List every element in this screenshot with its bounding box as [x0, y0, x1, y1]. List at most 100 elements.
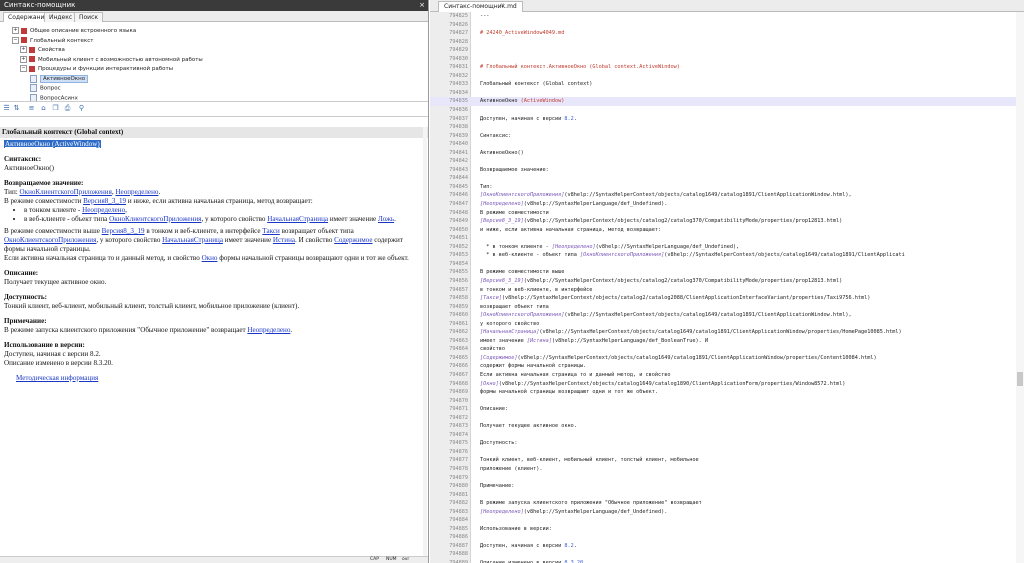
- code-line[interactable]: 794871 Описание:: [430, 405, 1020, 414]
- code-line[interactable]: 794863 имеет значение [Истина](v8help://S…: [430, 337, 1020, 346]
- copy-icon[interactable]: ❐: [52, 105, 59, 112]
- code-line[interactable]: 794844: [430, 174, 1020, 183]
- list-view-icon[interactable]: ≡: [28, 105, 35, 112]
- code-line[interactable]: 794857 в тонком и веб-клиенте, в интерфей…: [430, 286, 1020, 295]
- tree-item[interactable]: Вопрос: [30, 84, 61, 93]
- link-home-page[interactable]: НачальнаяСтраница: [267, 215, 328, 223]
- code-line[interactable]: 794855 В режиме совместимости выше: [430, 268, 1020, 277]
- code-area[interactable]: 794825 --- 794826 794827 # 24240_ActiveWindo…: [430, 12, 1020, 563]
- tree-item[interactable]: АктивноеОкно: [30, 74, 89, 84]
- tree-item[interactable]: + Мобильный клиент с возможностью автоном…: [20, 55, 203, 65]
- code-line[interactable]: 794864 свойство: [430, 345, 1020, 354]
- code-line[interactable]: 794856 [Версия8_3_19](v8help://SyntaxHelp…: [430, 277, 1020, 286]
- code-line[interactable]: 794858 [Такси](v8help://SyntaxHelperConte…: [430, 294, 1020, 303]
- code-line[interactable]: 794828: [430, 38, 1020, 47]
- link-undefined[interactable]: Неопределено: [115, 188, 158, 196]
- tab-index[interactable]: Индекс: [44, 12, 78, 22]
- link-content[interactable]: Содержимое: [334, 236, 372, 244]
- code-line[interactable]: 794830: [430, 55, 1020, 64]
- code-line[interactable]: 794840: [430, 140, 1020, 149]
- link-client-app-window[interactable]: ОкноКлиентскогоПриложения: [20, 188, 112, 196]
- close-icon[interactable]: ×: [500, 0, 505, 11]
- doc-scrollbar[interactable]: [423, 127, 427, 557]
- code-line[interactable]: 794834: [430, 89, 1020, 98]
- code-line[interactable]: 794832: [430, 72, 1020, 81]
- code-line[interactable]: 794845 Тип:: [430, 183, 1020, 192]
- code-line[interactable]: 794853 * в веб-клиенте - объект типа [Ок…: [430, 251, 1020, 260]
- code-line[interactable]: 794859 возвращает объект типа: [430, 303, 1020, 312]
- code-line[interactable]: 794846 [ОкноКлиентскогоПриложения](v8help…: [430, 191, 1020, 200]
- code-line[interactable]: 794870: [430, 397, 1020, 406]
- link-false[interactable]: Ложь: [378, 215, 394, 223]
- tree-item[interactable]: + Свойства: [20, 46, 65, 55]
- code-line[interactable]: 794825 ---: [430, 12, 1020, 21]
- code-line[interactable]: 794887 Доступен, начиная с версии 8.2.: [430, 542, 1020, 551]
- code-line[interactable]: 794833 Глобальный контекст (Global contex…: [430, 80, 1020, 89]
- link-version[interactable]: Версия8_3_19: [83, 197, 126, 205]
- code-line[interactable]: 794835 АктивноеОкно (ActiveWindow): [430, 97, 1020, 107]
- code-line[interactable]: 794838: [430, 123, 1020, 132]
- link-undefined[interactable]: Неопределено: [247, 326, 290, 334]
- code-line[interactable]: 794868 [Окно](v8help://SyntaxHelperContex…: [430, 380, 1020, 389]
- code-line[interactable]: 794837 Доступен, начиная с версии 8.2.: [430, 115, 1020, 124]
- link-version[interactable]: Версия8_3_19: [102, 227, 145, 235]
- code-line[interactable]: 794829: [430, 46, 1020, 55]
- collapse-icon[interactable]: −: [12, 36, 19, 44]
- code-line[interactable]: 794867 Если активна начальная страница то…: [430, 371, 1020, 380]
- code-line[interactable]: 794843 Возвращаемое значение:: [430, 166, 1020, 175]
- link-client-app-window[interactable]: ОкноКлиентскогоПриложения: [4, 236, 96, 244]
- code-line[interactable]: 794882 В режиме запуска клиентского прило…: [430, 499, 1020, 508]
- code-line[interactable]: 794874: [430, 431, 1020, 440]
- code-line[interactable]: 794886: [430, 533, 1020, 542]
- method-info-link[interactable]: Методическая информация: [16, 374, 98, 382]
- code-line[interactable]: 794826: [430, 21, 1020, 30]
- editor-tab[interactable]: Синтакс-помощник.md: [438, 1, 523, 12]
- link-taxi[interactable]: Такси: [262, 227, 280, 235]
- code-line[interactable]: 794866 содержит формы начальной страницы.: [430, 362, 1020, 371]
- home-icon[interactable]: ⌂: [40, 105, 47, 112]
- tree-item[interactable]: + Общее описание встроенного языка: [12, 27, 136, 36]
- code-line[interactable]: 794851: [430, 234, 1020, 243]
- link-window[interactable]: Окно: [202, 254, 218, 262]
- code-line[interactable]: 794875 Доступность:: [430, 439, 1020, 448]
- code-line[interactable]: 794873 Получает текущее активное окно.: [430, 422, 1020, 431]
- expand-icon[interactable]: +: [20, 55, 27, 63]
- tab-search[interactable]: Поиск: [74, 12, 104, 22]
- code-line[interactable]: 794884: [430, 516, 1020, 525]
- code-line[interactable]: 794860 [ОкноКлиентскогоПриложения](v8help…: [430, 311, 1020, 320]
- code-line[interactable]: 794879: [430, 474, 1020, 483]
- code-line[interactable]: 794839 Синтаксис:: [430, 132, 1020, 141]
- scrollbar-thumb[interactable]: [1017, 372, 1023, 386]
- list-icon[interactable]: ☰: [3, 105, 10, 112]
- code-line[interactable]: 794847 [Неопределено](v8help://SyntaxHelp…: [430, 200, 1020, 209]
- code-line[interactable]: 794836: [430, 106, 1020, 115]
- code-line[interactable]: 794841 АктивноеОкно(): [430, 149, 1020, 158]
- code-line[interactable]: 794862 [НачальнаяСтраница](v8help://Synta…: [430, 328, 1020, 337]
- code-line[interactable]: 794854: [430, 260, 1020, 269]
- link-home-page[interactable]: НачальнаяСтраница: [162, 236, 223, 244]
- print-icon[interactable]: ⎙: [64, 105, 71, 112]
- code-line[interactable]: 794842: [430, 157, 1020, 166]
- code-line[interactable]: 794888: [430, 550, 1020, 559]
- tree-item[interactable]: − Процедуры и функции интерактивной работ…: [20, 65, 173, 74]
- code-line[interactable]: 794889 Описание изменено в версии 8.3.20.: [430, 559, 1020, 563]
- code-line[interactable]: 794885 Использование в версии:: [430, 525, 1020, 534]
- link-client-app-window[interactable]: ОкноКлиентскогоПриложения: [109, 215, 201, 223]
- expand-icon[interactable]: +: [20, 46, 27, 53]
- code-line[interactable]: 794881: [430, 491, 1020, 500]
- sort-icon[interactable]: ⇅: [13, 105, 20, 112]
- code-line[interactable]: 794878 приложение (клиент).: [430, 465, 1020, 474]
- code-line[interactable]: 794872: [430, 414, 1020, 423]
- code-line[interactable]: 794877 Тонкий клиент, веб-клиент, мобильн…: [430, 456, 1020, 465]
- expand-icon[interactable]: +: [12, 27, 19, 34]
- code-line[interactable]: 794861 у которого свойство: [430, 320, 1020, 329]
- code-line[interactable]: 794827 # 24240_ActiveWindow4049.md: [430, 29, 1020, 38]
- collapse-icon[interactable]: −: [20, 65, 27, 72]
- tree-item[interactable]: ВопросАсинх: [30, 93, 78, 101]
- close-icon[interactable]: ×: [419, 0, 425, 11]
- code-line[interactable]: 794876: [430, 448, 1020, 457]
- search-icon[interactable]: ⚲: [78, 105, 85, 112]
- code-line[interactable]: 794849 [Версия8_3_19](v8help://SyntaxHelp…: [430, 217, 1020, 226]
- tree-item[interactable]: − Глобальный контекст: [12, 36, 93, 46]
- code-line[interactable]: 794869 формы начальной страницы возвращаю…: [430, 388, 1020, 397]
